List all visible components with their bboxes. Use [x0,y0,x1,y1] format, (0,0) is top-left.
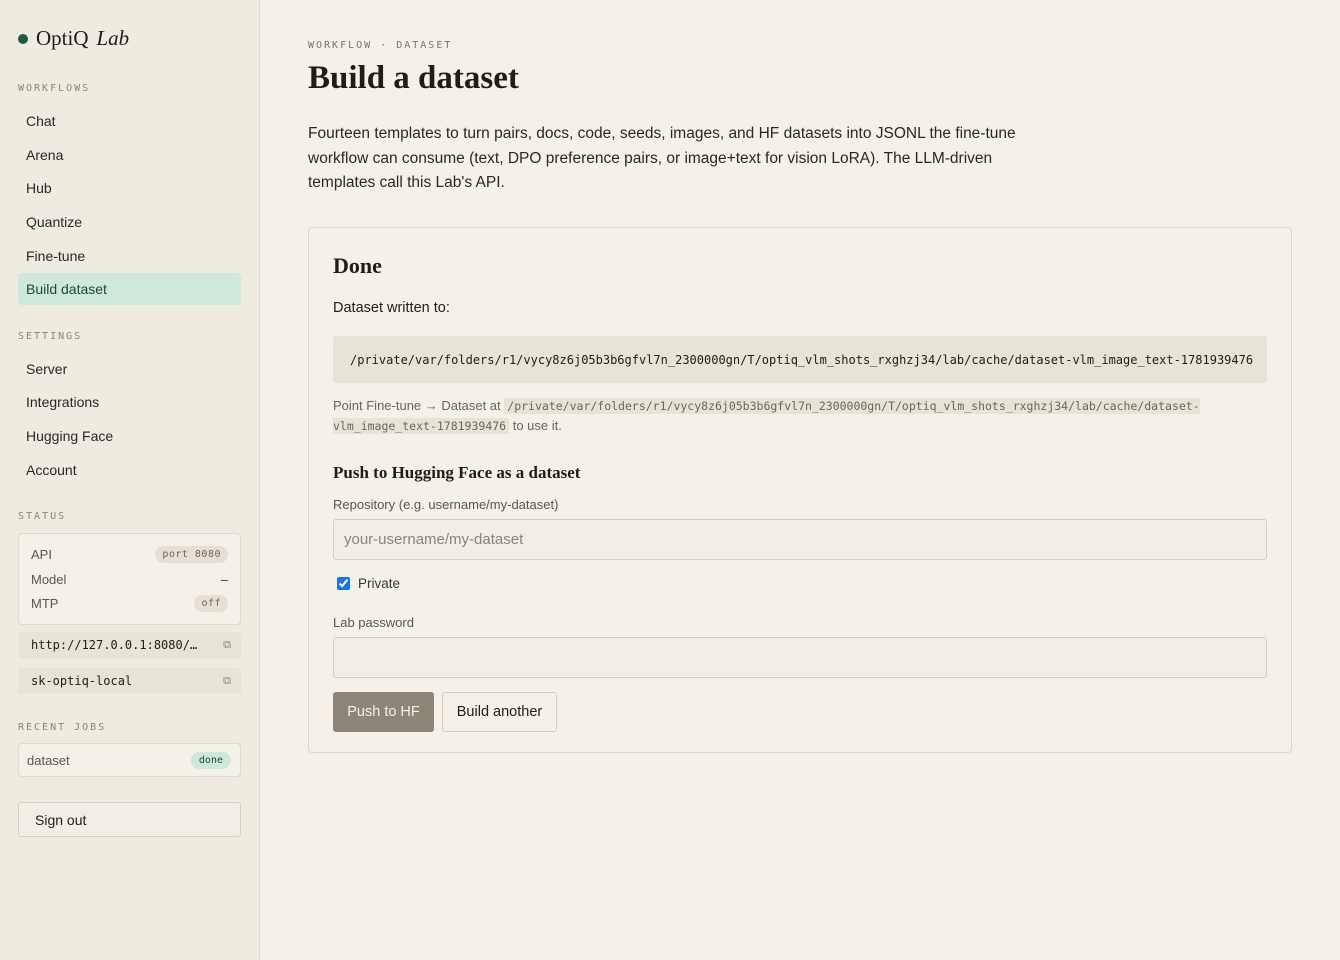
workflows-section-label: WORKFLOWS [18,83,91,94]
sidebar-item-hugging-face[interactable]: Hugging Face [18,420,241,452]
sidebar-item-hub[interactable]: Hub [18,172,241,204]
sidebar-item-integrations[interactable]: Integrations [18,386,241,418]
brand-logo: OptiQ Lab [18,26,129,51]
sign-out-button[interactable]: Sign out [18,802,241,837]
status-badge: done [190,751,231,769]
status-api-badge: port 8080 [155,545,228,563]
status-panel: API port 8080 Model – MTP off [18,533,241,625]
status-mtp-label: MTP [31,595,59,611]
status-row-mtp: MTP off [31,592,228,614]
recent-job-item[interactable]: dataset done [18,743,241,777]
repository-label: Repository (e.g. username/my-dataset) [333,497,559,512]
private-checkbox-row[interactable]: Private [333,576,400,591]
dataset-path: /private/var/folders/r1/vycy8z6j05b3b6gf… [333,336,1267,383]
breadcrumb: WORKFLOW · DATASET [308,40,453,51]
status-model-label: Model [31,571,67,587]
repository-input[interactable] [333,519,1267,560]
status-row-model: Model – [31,568,228,590]
lab-password-input[interactable] [333,637,1267,678]
brand-name: OptiQ [36,26,89,50]
status-api-label: API [31,546,52,562]
hint-suffix: to use it. [512,418,562,433]
build-another-button[interactable]: Build another [442,692,557,732]
sidebar-item-fine-tune[interactable]: Fine-tune [18,240,241,272]
page-title: Build a dataset [308,60,519,96]
sidebar-item-account[interactable]: Account [18,454,241,486]
sidebar-item-build-dataset[interactable]: Build dataset [18,273,241,305]
status-section-label: STATUS [18,511,67,522]
brand-dot-icon [18,33,28,44]
status-row-api: API port 8080 [31,543,228,565]
sidebar-item-quantize[interactable]: Quantize [18,206,241,238]
endpoint-copy-row: http://127.0.0.1:8080/… ⧉ [18,632,241,658]
hint-prefix: Point Fine-tune → Dataset at [333,398,501,413]
recent-job-name: dataset [27,752,70,768]
api-key-copy-row: sk-optiq-local ⧉ [18,668,241,694]
sidebar-item-server[interactable]: Server [18,353,241,385]
brand-suffix: Lab [96,26,130,50]
dataset-written-label: Dataset written to: [333,300,450,316]
api-key: sk-optiq-local [31,674,133,688]
recent-jobs-section-label: RECENT JOBS [18,722,107,733]
copy-icon[interactable]: ⧉ [223,674,231,688]
private-checkbox[interactable] [337,577,350,590]
private-label: Private [358,576,401,591]
lab-password-label: Lab password [333,615,414,630]
settings-section-label: SETTINGS [18,331,83,342]
result-title: Done [333,253,382,278]
status-mtp-badge: off [194,594,228,612]
page-description: Fourteen templates to turn pairs, docs, … [308,125,1016,191]
result-card: Done Dataset written to: /private/var/fo… [308,227,1292,753]
push-to-hf-button[interactable]: Push to HF [333,692,434,732]
sidebar-item-chat[interactable]: Chat [18,105,241,137]
push-section-title: Push to Hugging Face as a dataset [333,463,581,482]
copy-icon[interactable]: ⧉ [223,638,231,652]
endpoint-url: http://127.0.0.1:8080/… [31,638,198,652]
sidebar: OptiQ Lab WORKFLOWS Chat Arena Hub Quant… [0,0,260,960]
fine-tune-hint: Point Fine-tune → Dataset at /private/va… [333,396,1267,436]
sidebar-item-arena[interactable]: Arena [18,139,241,171]
status-model-value: – [220,571,228,587]
